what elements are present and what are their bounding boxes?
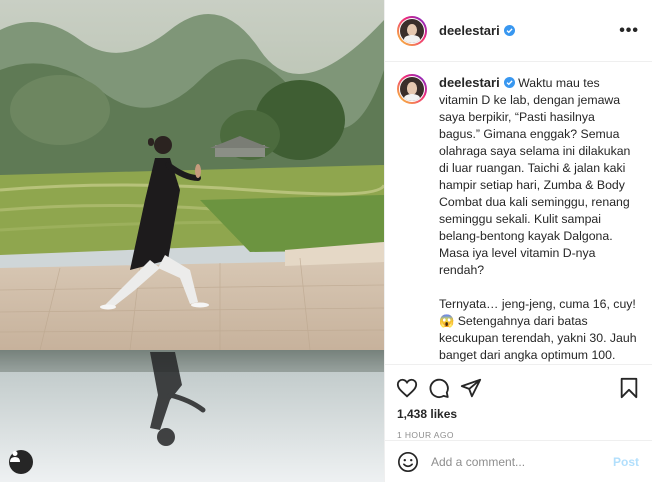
header-username[interactable]: deelestari bbox=[439, 23, 500, 38]
comment-input[interactable] bbox=[431, 454, 605, 469]
caption-avatar-image bbox=[400, 77, 424, 101]
verified-badge-icon bbox=[503, 25, 515, 36]
avatar[interactable] bbox=[397, 15, 427, 46]
caption: deelestari Waktu mau tes vitamin D ke la… bbox=[385, 62, 652, 364]
avatar-image bbox=[400, 18, 424, 43]
bookmark-icon bbox=[620, 377, 638, 399]
comment-icon bbox=[429, 378, 449, 398]
likes-count[interactable]: 1,438 likes bbox=[395, 407, 643, 421]
caption-text-1: Waktu mau tes vitamin D ke lab, dengan j… bbox=[439, 76, 634, 277]
post-comment-button[interactable]: Post bbox=[613, 455, 639, 469]
post-time[interactable]: 1 HOUR AGO bbox=[395, 430, 643, 440]
comment-button[interactable] bbox=[427, 376, 451, 400]
action-icons-row bbox=[395, 371, 643, 405]
post-actions: 1,438 likes 1 HOUR AGO bbox=[385, 364, 652, 440]
like-button[interactable] bbox=[395, 376, 419, 400]
post-side-panel: deelestari ••• deelestari Waktu mau tes … bbox=[384, 0, 652, 482]
instagram-post: deelestari ••• deelestari Waktu mau tes … bbox=[0, 0, 652, 482]
verified-badge-icon bbox=[503, 77, 515, 88]
caption-username[interactable]: deelestari bbox=[439, 75, 500, 90]
heart-icon bbox=[396, 378, 418, 398]
more-options-icon[interactable]: ••• bbox=[619, 22, 639, 39]
share-icon bbox=[460, 378, 482, 398]
save-button[interactable] bbox=[617, 376, 641, 400]
caption-avatar[interactable] bbox=[397, 74, 427, 104]
emoji-icon bbox=[398, 451, 418, 472]
comment-bar: Post bbox=[385, 440, 652, 482]
caption-text-2: Ternyata… jeng-jeng, cuma 16, cuy! 😱 Set… bbox=[439, 297, 637, 362]
user-tag-icon bbox=[10, 451, 20, 462]
caption-body: deelestari Waktu mau tes vitamin D ke la… bbox=[439, 74, 639, 364]
post-photo-image bbox=[0, 0, 384, 482]
post-photo[interactable] bbox=[0, 0, 384, 482]
user-tag-button[interactable] bbox=[9, 450, 33, 474]
emoji-button[interactable] bbox=[397, 451, 419, 473]
post-header: deelestari ••• bbox=[385, 0, 652, 62]
share-button[interactable] bbox=[459, 376, 483, 400]
